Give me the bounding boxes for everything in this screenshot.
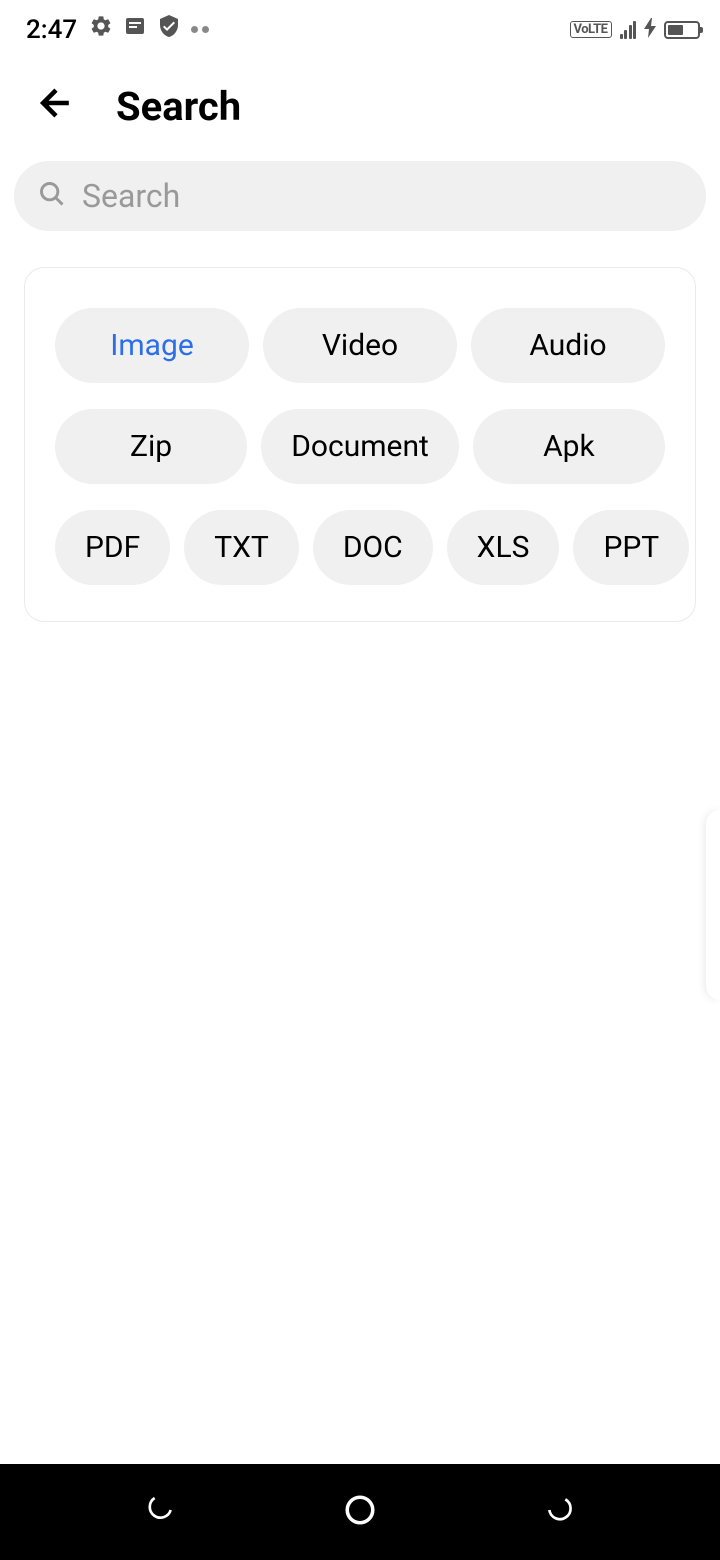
filter-chip-audio[interactable]: Audio [471,308,665,383]
filter-card: Image Video Audio Zip Document Apk PDF T… [24,267,696,622]
filter-chip-zip[interactable]: Zip [55,409,247,484]
filter-chip-xls[interactable]: XLS [447,510,560,585]
filter-row-media: Image Video Audio [55,308,665,383]
status-time: 2:47 [26,15,77,45]
navigation-bar [0,1464,720,1560]
status-bar-right: VoLTE [570,15,701,45]
filter-chip-image[interactable]: Image [55,308,249,383]
status-icons-left [89,14,209,45]
side-edge-handle[interactable] [706,810,720,1000]
settings-icon [89,14,113,45]
battery-icon [664,21,700,39]
more-icon [191,26,209,33]
volte-icon: VoLTE [570,21,612,38]
page-title: Search [116,83,241,130]
home-button[interactable] [343,1493,377,1531]
header: Search [0,55,720,161]
charging-icon [644,15,656,45]
shield-check-icon [157,14,181,45]
filter-row-files: Zip Document Apk [55,409,665,484]
message-icon [123,14,147,45]
filter-chip-txt[interactable]: TXT [184,510,299,585]
recent-apps-button[interactable] [144,1494,176,1530]
back-button[interactable] [34,81,78,131]
search-bar[interactable] [14,161,706,231]
filter-chip-document[interactable]: Document [261,409,459,484]
back-nav-button[interactable] [544,1494,576,1530]
search-icon [38,180,66,212]
filter-chip-pdf[interactable]: PDF [55,510,170,585]
filter-chip-video[interactable]: Video [263,308,457,383]
filter-chip-doc[interactable]: DOC [313,510,433,585]
status-bar-left: 2:47 [26,14,209,45]
filter-chip-apk[interactable]: Apk [473,409,665,484]
filter-chip-ppt[interactable]: PPT [573,510,689,585]
signal-icon [620,21,637,39]
search-input[interactable] [82,177,682,215]
filter-row-formats: PDF TXT DOC XLS PPT [55,510,665,585]
status-bar: 2:47 VoLTE [0,0,720,55]
